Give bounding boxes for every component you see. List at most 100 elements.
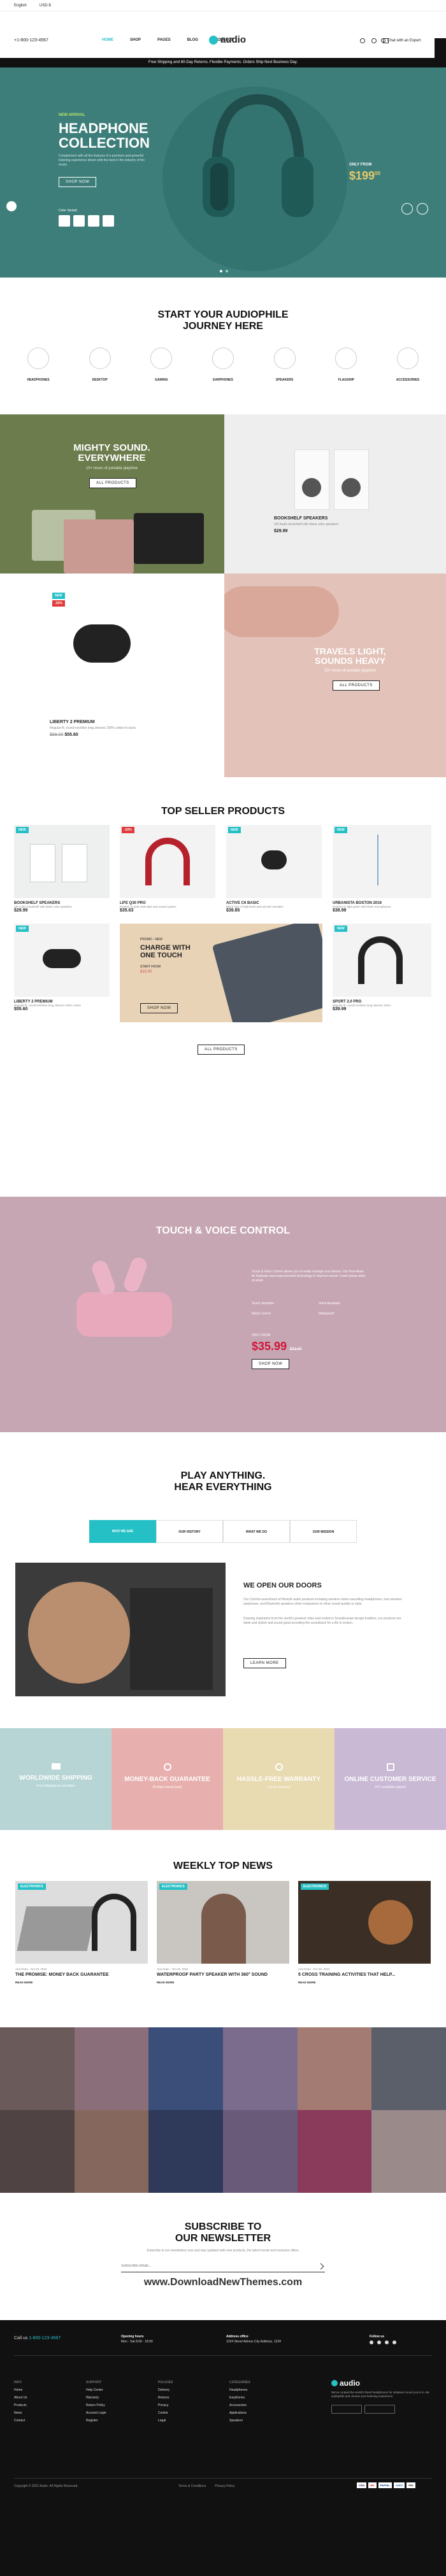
gallery-photo[interactable] [74, 2027, 149, 2110]
terms-link[interactable]: Terms & Conditions [178, 2484, 206, 2488]
instagram-icon[interactable] [385, 2340, 389, 2344]
dot[interactable] [226, 270, 228, 272]
variant-1[interactable] [59, 215, 70, 227]
hero-next-icon[interactable] [417, 203, 428, 215]
chat-expert[interactable]: Chat with an Expert [381, 38, 421, 43]
read-more-link[interactable]: READ MORE [15, 1981, 148, 1984]
travels-products-button[interactable]: ALL PRODUCTS [333, 680, 380, 691]
footer-link[interactable]: About Us [14, 2394, 27, 2402]
logo[interactable]: audio [209, 34, 246, 45]
product-card[interactable]: -20% LIFE Q30 PRO Printed on gold matt s… [120, 825, 215, 913]
read-more-link[interactable]: READ MORE [298, 1981, 431, 1984]
footer-link[interactable]: Contact [14, 2417, 27, 2425]
product-card[interactable]: NEW LIBERTY 2 PREMIUM Regular fit, round… [14, 924, 110, 1011]
tab-our-history[interactable]: OUR HISTORY [156, 1520, 223, 1543]
footer-link[interactable]: Legal [158, 2417, 173, 2425]
dot[interactable] [220, 270, 222, 272]
footer-link[interactable]: Home [14, 2386, 27, 2394]
tab-who-we-are[interactable]: WHO WE ARE [89, 1520, 156, 1543]
youtube-icon[interactable] [392, 2340, 396, 2344]
mighty-products-button[interactable]: ALL PRODUCTS [89, 478, 136, 488]
footer-link[interactable]: Speakers [229, 2417, 250, 2425]
nav-blog[interactable]: BLOG [187, 38, 198, 42]
category-flagship[interactable]: FLAGSHIP [324, 348, 368, 382]
footer-link[interactable]: Cookie [158, 2409, 173, 2417]
twitter-icon[interactable] [377, 2340, 381, 2344]
gallery-photo[interactable] [297, 2110, 372, 2193]
footer-link[interactable]: News [14, 2409, 27, 2417]
banner-bookshelf[interactable]: BOOKSHELF SPEAKERS UR Audio bookshelf wi… [224, 414, 446, 574]
gallery-photo[interactable] [148, 2027, 223, 2110]
footer-link[interactable]: Accessories [229, 2402, 250, 2409]
newsletter-email-input[interactable] [121, 2260, 325, 2272]
category-earphones[interactable]: EARPHONES [201, 348, 245, 382]
hero-side-arrow[interactable] [6, 201, 17, 211]
variant-2[interactable] [73, 215, 85, 227]
gallery-photo[interactable] [148, 2110, 223, 2193]
product-card[interactable]: NEW ACTIVE C6 BASIC Black type of high-l… [226, 825, 322, 913]
product-card[interactable]: NEW SPORT 2.0 PRO Regular fit, round-nec… [333, 924, 431, 1011]
category-accessories[interactable]: ACCESSORIES [385, 348, 430, 382]
earbud-image [224, 586, 339, 637]
search-icon[interactable] [371, 38, 377, 43]
hero-prev-icon[interactable] [401, 203, 413, 215]
news-card[interactable]: ELECTRONICS Aria Khan - Oct 20, 2022 THE… [15, 1881, 148, 1984]
footer-link[interactable]: Applications [229, 2409, 250, 2417]
category-headphones[interactable]: HEADPHONES [16, 348, 61, 382]
footer-link[interactable]: Earphones [229, 2394, 250, 2402]
news-card[interactable]: ELECTRONICS Aria Khan - Oct 20, 2022 5 C… [298, 1881, 431, 1984]
category-desktop[interactable]: DESKTOP [78, 348, 122, 382]
nav-home[interactable]: HOME [102, 38, 113, 42]
footer-link[interactable]: Headphones [229, 2386, 250, 2394]
product-card[interactable]: NEW URBANISTA BOSTON 2016 Portland in li… [333, 825, 431, 913]
footer-link[interactable]: Delivery [158, 2386, 173, 2394]
gallery-photo[interactable] [0, 2110, 75, 2193]
category-speakers[interactable]: SPEAKERS [263, 348, 307, 382]
footer-link[interactable]: Warranty [86, 2394, 106, 2402]
phone-number[interactable]: +1-800-123-4567 [14, 38, 48, 43]
currency-select[interactable]: USD $ [40, 4, 51, 8]
touch-shop-button[interactable]: SHOP NOW [252, 1359, 290, 1369]
banner-mighty-sound[interactable]: MIGHTY SOUND. EVERYWHERE 10+ hours of por… [0, 414, 224, 574]
banner-travels[interactable]: TRAVELS LIGHT, SOUNDS HEAVY 20+ hours of … [224, 574, 446, 777]
charge-shop-button[interactable]: SHOP NOW [140, 1003, 178, 1013]
user-icon[interactable] [360, 38, 365, 43]
gallery-photo[interactable] [222, 2110, 298, 2193]
tab-our-mission[interactable]: OUR MISSION [290, 1520, 357, 1543]
gallery-photo[interactable] [74, 2110, 149, 2193]
mastercard-icon: MC [368, 2482, 377, 2488]
hero-shop-button[interactable]: SHOP NOW [59, 177, 97, 187]
category-gaming[interactable]: GAMING [139, 348, 183, 382]
footer-logo-text[interactable]: audio [340, 2379, 360, 2388]
gallery-photo[interactable] [297, 2027, 372, 2110]
footer-link[interactable]: Privacy [158, 2402, 173, 2409]
gallery-photo[interactable] [371, 2110, 446, 2193]
read-more-link[interactable]: READ MORE [157, 1981, 289, 1984]
footer-link[interactable]: Return Policy [86, 2402, 106, 2409]
tab-what-we-do[interactable]: WHAT WE DO [223, 1520, 290, 1543]
footer-link[interactable]: Help Center [86, 2386, 106, 2394]
footer-link[interactable]: Returns [158, 2394, 173, 2402]
product-card[interactable]: NEW BOOKSHELF SPEAKERS UR Audio bookshel… [14, 825, 110, 913]
variant-3[interactable] [88, 215, 99, 227]
footer-link[interactable]: Account Login [86, 2409, 106, 2417]
promo-charge[interactable]: PROMO - NEW CHARGE WITH ONE TOUCH START F… [120, 924, 322, 1022]
gallery-photo[interactable] [222, 2027, 298, 2110]
footer-link[interactable]: Register [86, 2417, 106, 2425]
liberty-badge-sale: -20% [52, 600, 65, 607]
all-products-button[interactable]: ALL PRODUCTS [198, 1045, 245, 1055]
banner-liberty[interactable]: NEW -20% LIBERTY 2 PREMIUM Regular fit, … [0, 574, 224, 777]
variant-4[interactable] [103, 215, 114, 227]
news-card[interactable]: ELECTRONICS Aria Khan - Oct 20, 2022 WAT… [157, 1881, 289, 1984]
nav-shop[interactable]: SHOP [130, 38, 141, 42]
language-select[interactable]: English [14, 4, 27, 8]
privacy-link[interactable]: Privacy Policy [215, 2484, 234, 2488]
nav-pages[interactable]: PAGES [157, 38, 171, 42]
facebook-icon[interactable] [370, 2340, 373, 2344]
footer-link[interactable]: Products [14, 2402, 27, 2409]
google-play-button[interactable] [364, 2405, 395, 2414]
learn-more-button[interactable]: LEARN MORE [243, 1658, 286, 1668]
app-store-button[interactable] [331, 2405, 362, 2414]
gallery-photo[interactable] [0, 2027, 75, 2110]
gallery-photo[interactable] [371, 2027, 446, 2110]
